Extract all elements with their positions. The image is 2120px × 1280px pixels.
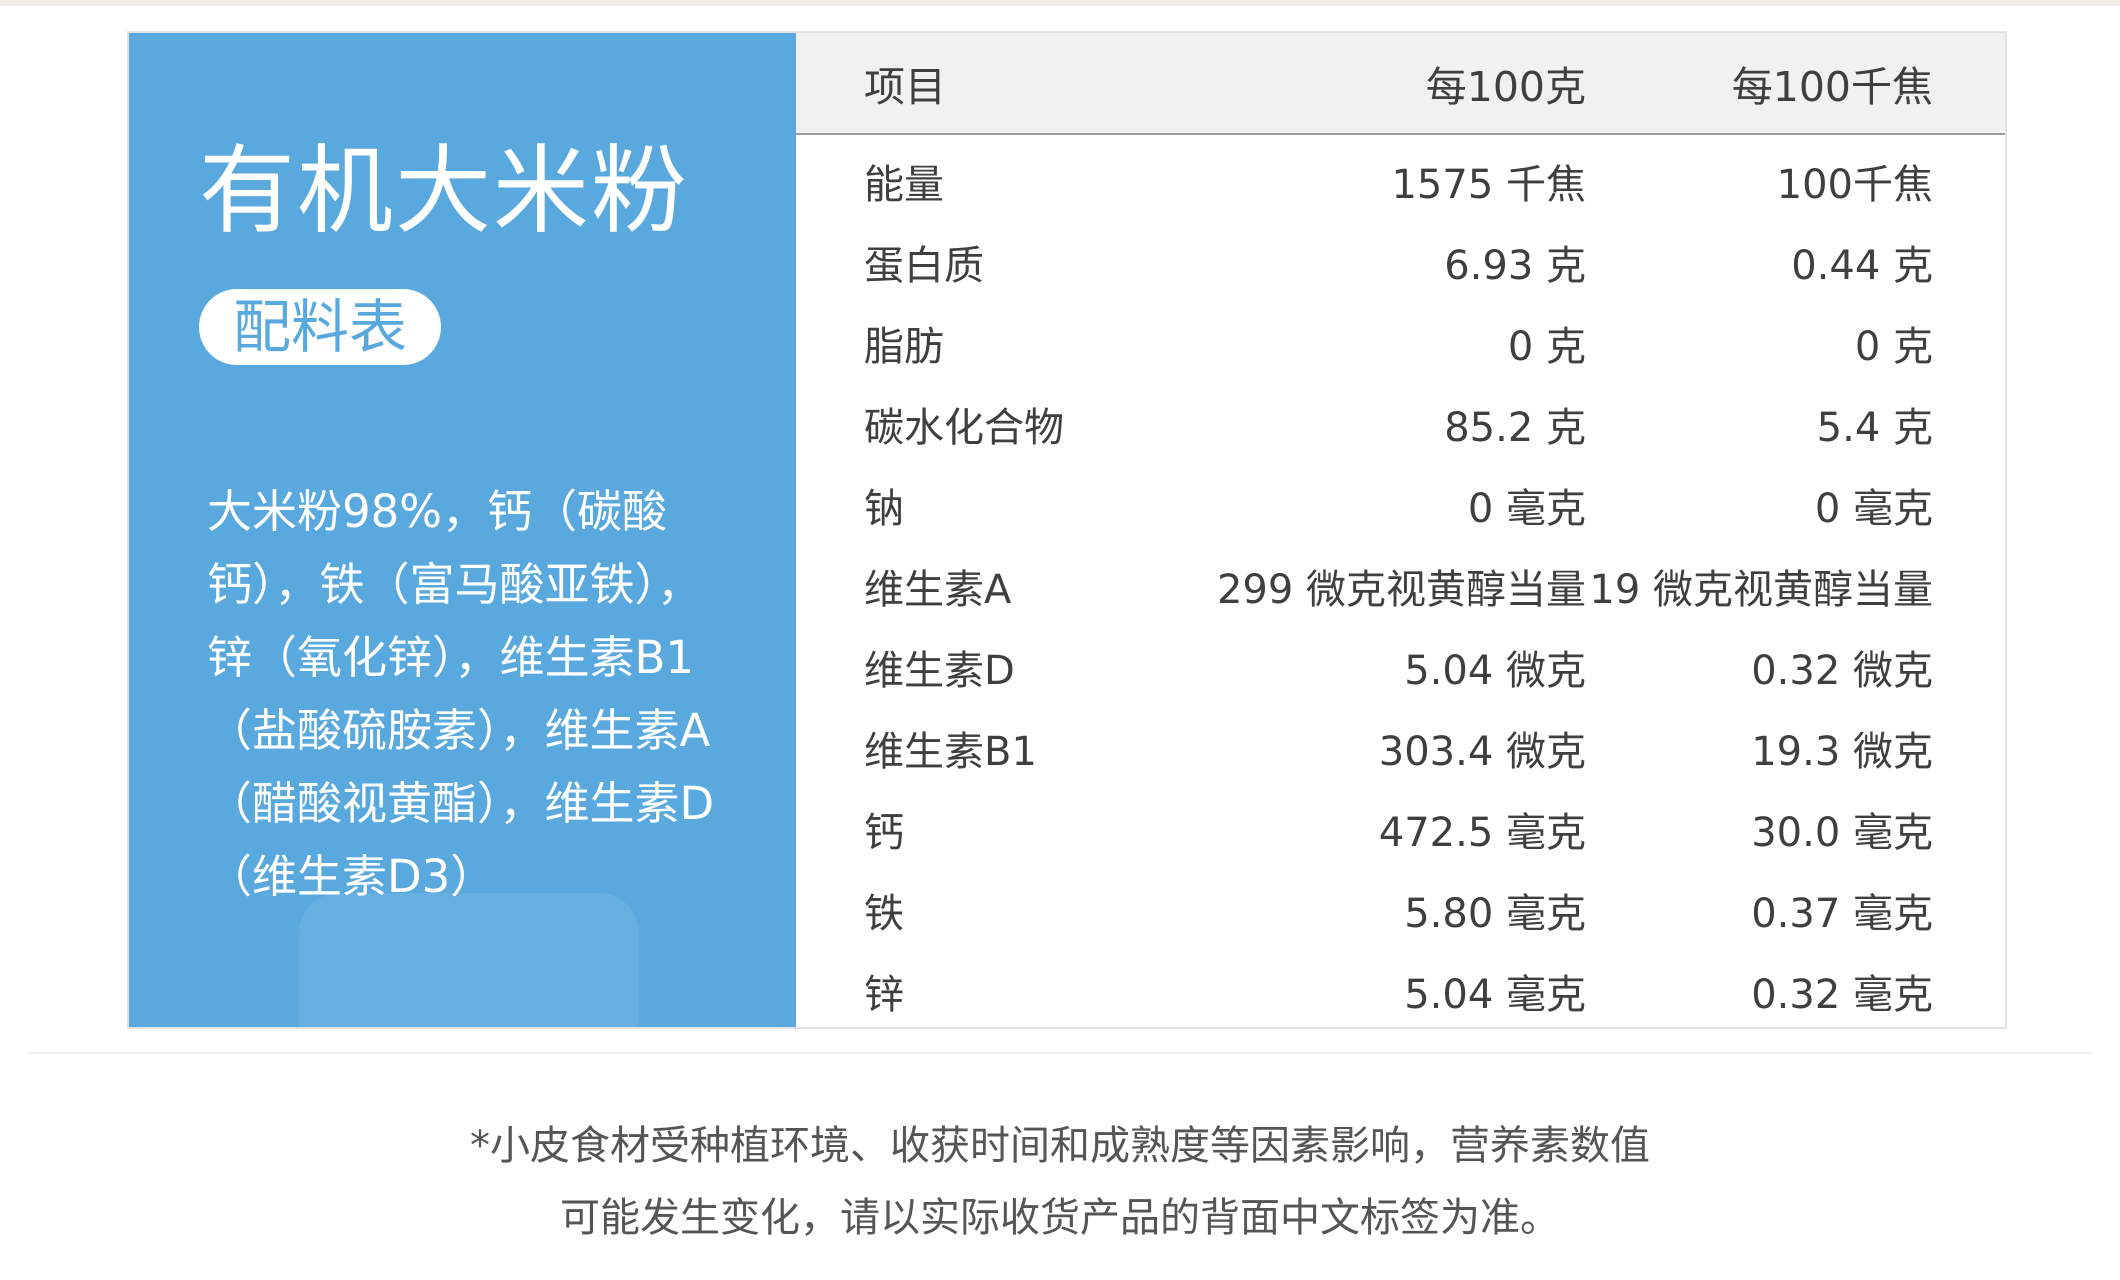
- table-row: 蛋白质 6.93 克 0.44 克: [796, 221, 2005, 302]
- nutrient-name: 钙: [864, 809, 904, 856]
- value-per-100kj: 0.32 毫克: [1751, 971, 1933, 1018]
- table-row: 能量 1575 千焦 100千焦: [796, 134, 2005, 221]
- value-per-100kj: 19 微克视黄醇当量: [1589, 566, 1933, 613]
- product-title: 有机大米粉: [199, 135, 689, 247]
- ingredients-text: 大米粉98%，钙（碳酸 钙），铁（富马酸亚铁）， 锌（氧化锌），维生素B1 （盐…: [207, 485, 715, 903]
- value-per-100g: 6.93 克: [1444, 242, 1586, 289]
- value-per-100g: 85.2 克: [1444, 404, 1586, 451]
- table-header-row: 项目 每100克 每100千焦: [796, 33, 2005, 135]
- nutrient-name: 蛋白质: [864, 242, 984, 289]
- header-per-100g: 每100克: [1165, 33, 1586, 135]
- table-row: 碳水化合物 85.2 克 5.4 克: [796, 383, 2005, 464]
- value-per-100kj: 0.32 微克: [1751, 647, 1933, 694]
- nutrient-name: 维生素B1: [864, 728, 1037, 775]
- nutrient-name: 能量: [864, 161, 944, 208]
- value-per-100kj: 5.4 克: [1816, 404, 1933, 451]
- disclaimer-footnote: *小皮食材受种植环境、收获时间和成熟度等因素影响，营养素数值 可能发生变化，请以…: [0, 1110, 2120, 1254]
- value-per-100kj: 0.44 克: [1791, 242, 1933, 289]
- table-row: 钠 0 毫克 0 毫克: [796, 464, 2005, 545]
- table-row: 钙 472.5 毫克 30.0 毫克: [796, 788, 2005, 869]
- header-item: 项目: [796, 33, 1165, 135]
- nutrient-name: 维生素D: [864, 647, 1015, 694]
- value-per-100g: 5.04 微克: [1404, 647, 1586, 694]
- footnote-line-1: *小皮食材受种植环境、收获时间和成熟度等因素影响，营养素数值: [470, 1123, 1650, 1169]
- value-per-100kj: 0 毫克: [1814, 485, 1933, 532]
- value-per-100kj: 0.37 毫克: [1751, 890, 1933, 937]
- table-row: 维生素D 5.04 微克 0.32 微克: [796, 626, 2005, 707]
- value-per-100kj: 30.0 毫克: [1751, 809, 1933, 856]
- top-strip: [0, 0, 2120, 6]
- nutrient-name: 钠: [864, 485, 904, 532]
- value-per-100g: 0 毫克: [1467, 485, 1586, 532]
- header-per-100kj: 每100千焦: [1586, 33, 2005, 135]
- product-panel: 有机大米粉 配料表 大米粉98%，钙（碳酸 钙），铁（富马酸亚铁）， 锌（氧化锌…: [129, 33, 796, 1027]
- value-per-100g: 303.4 微克: [1378, 728, 1586, 775]
- table-row: 维生素B1 303.4 微克 19.3 微克: [796, 707, 2005, 788]
- value-per-100kj: 19.3 微克: [1751, 728, 1933, 775]
- value-per-100g: 472.5 毫克: [1378, 809, 1586, 856]
- nutrition-card: 有机大米粉 配料表 大米粉98%，钙（碳酸 钙），铁（富马酸亚铁）， 锌（氧化锌…: [127, 31, 2007, 1029]
- table-row: 锌 5.04 毫克 0.32 毫克: [796, 950, 2005, 1031]
- table-row: 脂肪 0 克 0 克: [796, 302, 2005, 383]
- footnote-line-2: 可能发生变化，请以实际收货产品的背面中文标签为准。: [560, 1195, 1560, 1241]
- nutrient-name: 碳水化合物: [864, 404, 1064, 451]
- value-per-100g: 5.04 毫克: [1404, 971, 1586, 1018]
- package-watermark: [299, 893, 639, 1027]
- nutrition-table: 项目 每100克 每100千焦 能量 1575 千焦 100千焦 蛋白质 6.9…: [796, 33, 2005, 1031]
- value-per-100g: 299 微克视黄醇当量: [1216, 566, 1586, 613]
- nutrient-name: 维生素A: [864, 566, 1012, 613]
- value-per-100g: 1575 千焦: [1391, 161, 1586, 208]
- nutrition-table-panel: 项目 每100克 每100千焦 能量 1575 千焦 100千焦 蛋白质 6.9…: [796, 33, 2005, 1027]
- value-per-100kj: 0 克: [1854, 323, 1933, 370]
- nutrient-name: 脂肪: [864, 323, 944, 370]
- nutrient-name: 铁: [864, 890, 904, 937]
- value-per-100g: 0 克: [1507, 323, 1586, 370]
- nutrient-name: 锌: [864, 971, 904, 1018]
- value-per-100kj: 100千焦: [1776, 161, 1933, 208]
- table-row: 铁 5.80 毫克 0.37 毫克: [796, 869, 2005, 950]
- ingredients-badge: 配料表: [199, 289, 442, 365]
- value-per-100g: 5.80 毫克: [1404, 890, 1586, 937]
- section-divider: [28, 1052, 2092, 1054]
- table-row: 维生素A 299 微克视黄醇当量 19 微克视黄醇当量: [796, 545, 2005, 626]
